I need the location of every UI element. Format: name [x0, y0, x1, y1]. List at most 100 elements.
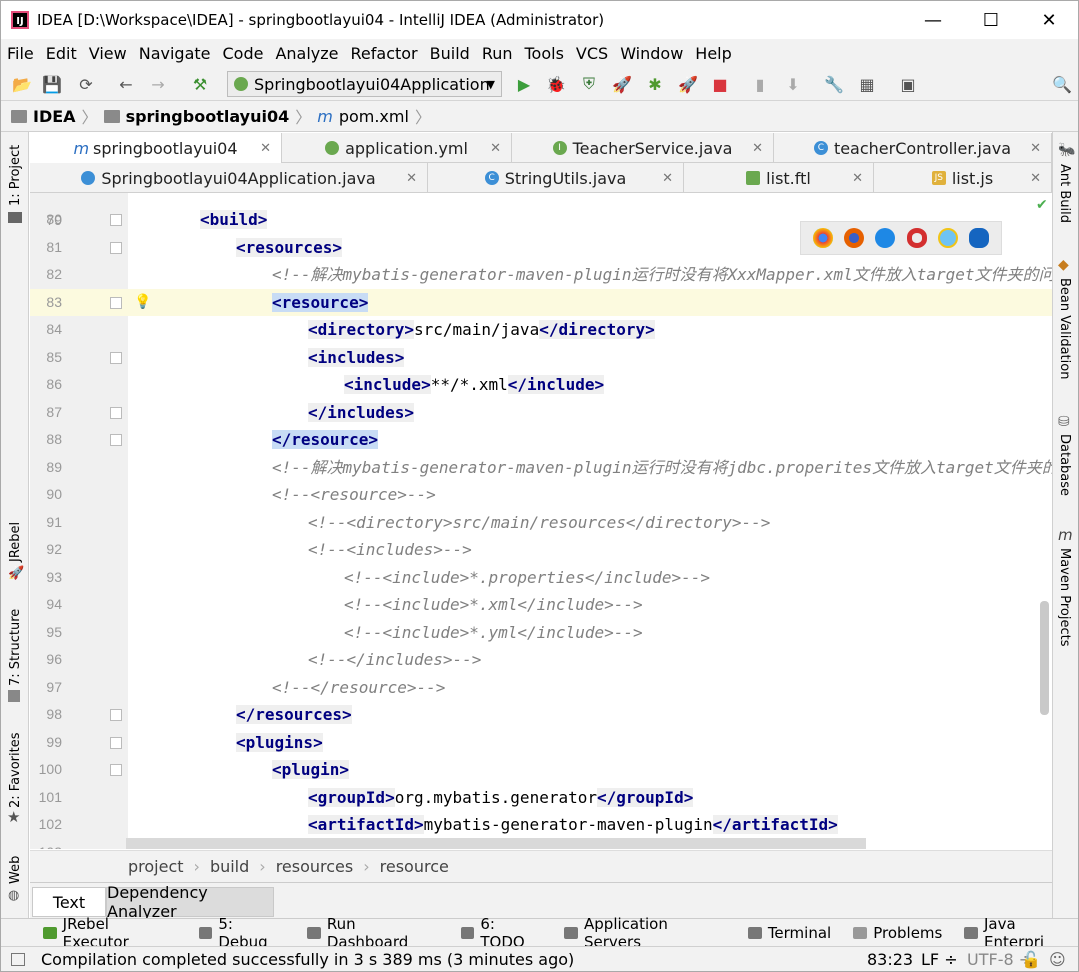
back-arrow-icon[interactable]: ←	[115, 73, 137, 95]
problems-tool-button[interactable]: Problems	[853, 924, 942, 942]
minimize-button[interactable]: —	[904, 1, 962, 39]
jrebel-disabled-icon[interactable]: 🚀	[677, 73, 699, 95]
hector-icon[interactable]: ☺	[1049, 950, 1066, 969]
web-tool-button[interactable]: Web	[8, 856, 23, 884]
caret-position[interactable]: 83:23	[867, 950, 913, 969]
nav-root[interactable]: IDEA	[33, 107, 76, 126]
sync-icon[interactable]: ⟳	[75, 73, 97, 95]
breadcrumb-project[interactable]: project	[128, 857, 184, 876]
ant-build-tool-button[interactable]: Ant Build	[1057, 164, 1072, 223]
fold-marker-icon[interactable]	[110, 764, 122, 776]
menu-code[interactable]: Code	[223, 44, 264, 63]
save-all-icon[interactable]: 💾	[41, 73, 63, 95]
vcs-update-icon[interactable]: ▮	[749, 73, 771, 95]
left-tool-stripe: 1: Project JRebel 🚀 7: Structure 2: Favo…	[1, 132, 29, 918]
open-folder-icon[interactable]: 📂	[11, 73, 33, 95]
opera-icon[interactable]	[906, 228, 927, 248]
fold-marker-icon[interactable]	[110, 296, 122, 309]
firefox-icon[interactable]	[843, 228, 864, 248]
close-tab-icon[interactable]: ✕	[406, 171, 417, 186]
menu-navigate[interactable]: Navigate	[139, 44, 211, 63]
menu-tools[interactable]: Tools	[525, 44, 564, 63]
toggle-tool-windows-icon[interactable]	[11, 953, 25, 966]
close-tab-icon[interactable]: ✕	[1030, 141, 1041, 156]
breadcrumb-resources[interactable]: resources	[276, 857, 354, 876]
fold-marker-icon[interactable]	[110, 406, 122, 419]
fold-marker-icon[interactable]	[110, 241, 122, 254]
tab-dependency-analyzer[interactable]: Dependency Analyzer	[106, 883, 274, 921]
menu-run[interactable]: Run	[482, 44, 513, 63]
menu-build[interactable]: Build	[430, 44, 470, 63]
internet-explorer-icon[interactable]	[937, 228, 958, 248]
menu-window[interactable]: Window	[620, 44, 683, 63]
run-icon[interactable]: ▶	[513, 73, 535, 95]
database-tool-button[interactable]: Database	[1057, 434, 1072, 496]
maven-projects-tool-button[interactable]: Maven Projects	[1057, 548, 1072, 647]
bean-validation-tool-button[interactable]: Bean Validation	[1057, 278, 1072, 379]
close-tab-icon[interactable]: ✕	[260, 141, 271, 156]
jrebel-run-icon[interactable]: 🚀	[611, 73, 633, 95]
horizontal-scrollbar[interactable]	[126, 838, 866, 849]
tab-pom-xml[interactable]: m springbootlayui04 ✕	[30, 133, 282, 163]
code-text: <!--</includes>-->	[308, 646, 481, 674]
breadcrumb-build[interactable]: build	[210, 857, 249, 876]
tab-application-yml[interactable]: application.yml ✕	[282, 133, 512, 163]
code-editor[interactable]: 79 80 <build> 81 <resources> 82 <!--解决mybatis…	[30, 193, 1052, 849]
tab-list-js[interactable]: JS list.js ✕	[874, 163, 1052, 193]
settings-wrench-icon[interactable]: 🔧	[823, 73, 845, 95]
menu-refactor[interactable]: Refactor	[351, 44, 418, 63]
line-separator[interactable]: LF ÷	[921, 950, 958, 969]
structure-tool-button[interactable]: 7: Structure	[8, 609, 23, 686]
build-hammer-icon[interactable]: ⚒	[189, 73, 211, 95]
edge-icon[interactable]	[969, 228, 990, 248]
jrebel-debug-icon[interactable]: ✱	[644, 73, 666, 95]
vertical-scrollbar[interactable]	[1040, 601, 1049, 715]
intention-bulb-icon[interactable]: 💡	[134, 289, 151, 317]
vcs-commit-icon[interactable]: ⬇	[782, 73, 804, 95]
tab-string-utils[interactable]: C StringUtils.java ✕	[428, 163, 684, 193]
menu-edit[interactable]: Edit	[46, 44, 77, 63]
search-icon[interactable]: 🔍	[1051, 73, 1073, 95]
close-tab-icon[interactable]: ✕	[662, 171, 673, 186]
maximize-button[interactable]: ☐	[962, 1, 1020, 39]
debug-bug-icon[interactable]: 🐞	[545, 73, 567, 95]
forward-arrow-icon[interactable]: →	[147, 73, 169, 95]
menu-file[interactable]: File	[7, 44, 34, 63]
project-tool-button[interactable]: 1: Project	[8, 145, 23, 206]
chrome-icon[interactable]	[812, 228, 833, 248]
coverage-icon[interactable]: ⛨	[578, 73, 600, 95]
breadcrumb-resource[interactable]: resource	[380, 857, 449, 876]
close-tab-icon[interactable]: ✕	[852, 171, 863, 186]
nav-file[interactable]: pom.xml	[339, 107, 409, 126]
project-structure-icon[interactable]: ▦	[856, 73, 878, 95]
menu-analyze[interactable]: Analyze	[275, 44, 338, 63]
terminal-tool-button[interactable]: Terminal	[747, 924, 831, 942]
app-badge-text: IJ	[16, 16, 24, 27]
inspection-ok-icon[interactable]: ✔	[1036, 197, 1048, 213]
close-tab-icon[interactable]: ✕	[752, 141, 763, 156]
favorites-tool-button[interactable]: 2: Favorites	[8, 732, 23, 808]
nav-module[interactable]: springbootlayui04	[126, 107, 290, 126]
stop-icon[interactable]: ■	[709, 73, 731, 95]
menu-view[interactable]: View	[89, 44, 127, 63]
fold-marker-icon[interactable]	[110, 709, 122, 721]
close-tab-icon[interactable]: ✕	[490, 141, 501, 156]
lock-icon[interactable]: 🔓	[1021, 950, 1041, 969]
menu-vcs[interactable]: VCS	[576, 44, 608, 63]
tab-text[interactable]: Text	[32, 887, 106, 917]
fold-marker-icon[interactable]	[110, 434, 122, 446]
safari-icon[interactable]	[875, 228, 896, 248]
close-window-button[interactable]: ✕	[1020, 1, 1078, 39]
fold-marker-icon[interactable]	[110, 736, 122, 749]
fold-marker-icon[interactable]	[110, 351, 122, 364]
menu-help[interactable]: Help	[695, 44, 731, 63]
tab-springbootlayui04-application[interactable]: Springbootlayui04Application.java ✕	[30, 163, 428, 193]
fold-marker-icon[interactable]	[110, 214, 122, 226]
tab-teacher-controller[interactable]: C teacherController.java ✕	[774, 133, 1052, 163]
run-configuration-select[interactable]: Springbootlayui04Application ▼	[227, 71, 502, 97]
sdk-manager-icon[interactable]: ▣	[897, 73, 919, 95]
close-tab-icon[interactable]: ✕	[1030, 171, 1041, 186]
jrebel-tool-button[interactable]: JRebel	[8, 522, 23, 562]
tab-list-ftl[interactable]: list.ftl ✕	[684, 163, 874, 193]
tab-teacher-service[interactable]: I TeacherService.java ✕	[512, 133, 774, 163]
